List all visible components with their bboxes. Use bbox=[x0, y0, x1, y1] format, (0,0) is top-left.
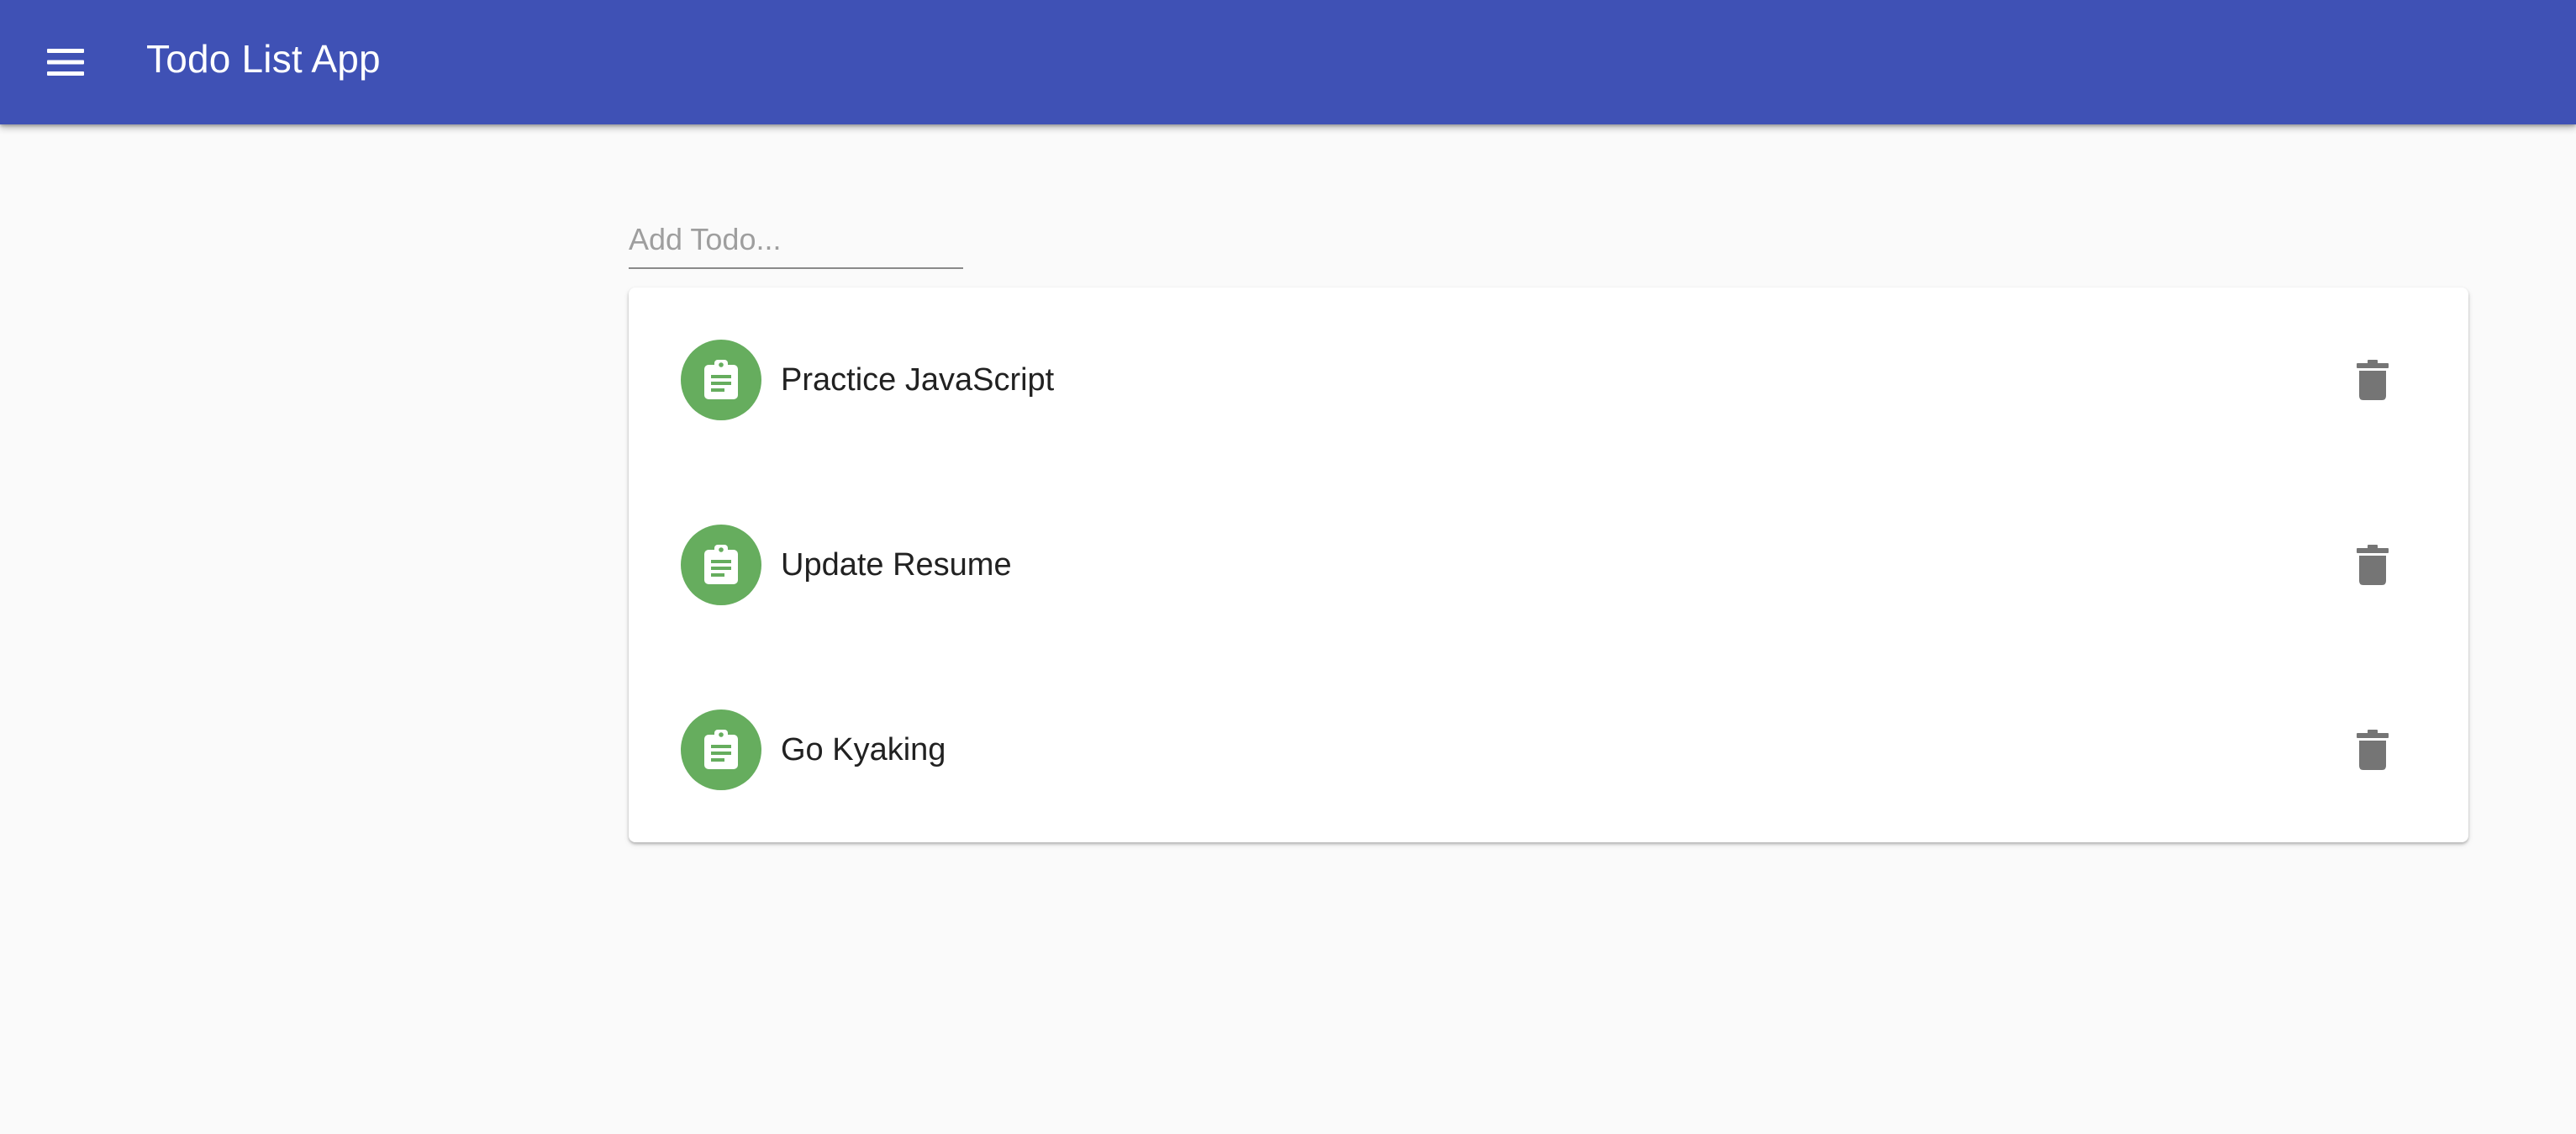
delete-button[interactable] bbox=[2347, 355, 2398, 405]
delete-button[interactable] bbox=[2347, 540, 2398, 590]
delete-button[interactable] bbox=[2347, 725, 2398, 775]
assignment-icon bbox=[704, 730, 738, 769]
add-todo-field[interactable] bbox=[629, 212, 963, 269]
todo-text: Practice JavaScript bbox=[781, 362, 1055, 398]
todo-text: Update Resume bbox=[781, 547, 1012, 583]
todo-item[interactable]: Practice JavaScript bbox=[629, 287, 2468, 472]
assignment-icon bbox=[704, 360, 738, 399]
todo-avatar bbox=[681, 525, 761, 605]
delete-icon bbox=[2357, 730, 2389, 770]
todo-avatar bbox=[681, 709, 761, 790]
todo-list: Practice JavaScript Update Resume Go Kya… bbox=[629, 287, 2468, 842]
delete-icon bbox=[2357, 360, 2389, 400]
todo-avatar bbox=[681, 340, 761, 420]
menu-button[interactable] bbox=[44, 42, 87, 82]
todo-text: Go Kyaking bbox=[781, 732, 946, 767]
input-underline bbox=[629, 267, 963, 269]
delete-icon bbox=[2357, 545, 2389, 585]
menu-icon bbox=[47, 49, 84, 76]
todo-item[interactable]: Update Resume bbox=[629, 472, 2468, 657]
app-bar: Todo List App bbox=[0, 0, 2576, 124]
add-todo-input[interactable] bbox=[629, 212, 963, 267]
app-title: Todo List App bbox=[146, 37, 381, 81]
todo-item[interactable]: Go Kyaking bbox=[629, 657, 2468, 842]
assignment-icon bbox=[704, 545, 738, 584]
